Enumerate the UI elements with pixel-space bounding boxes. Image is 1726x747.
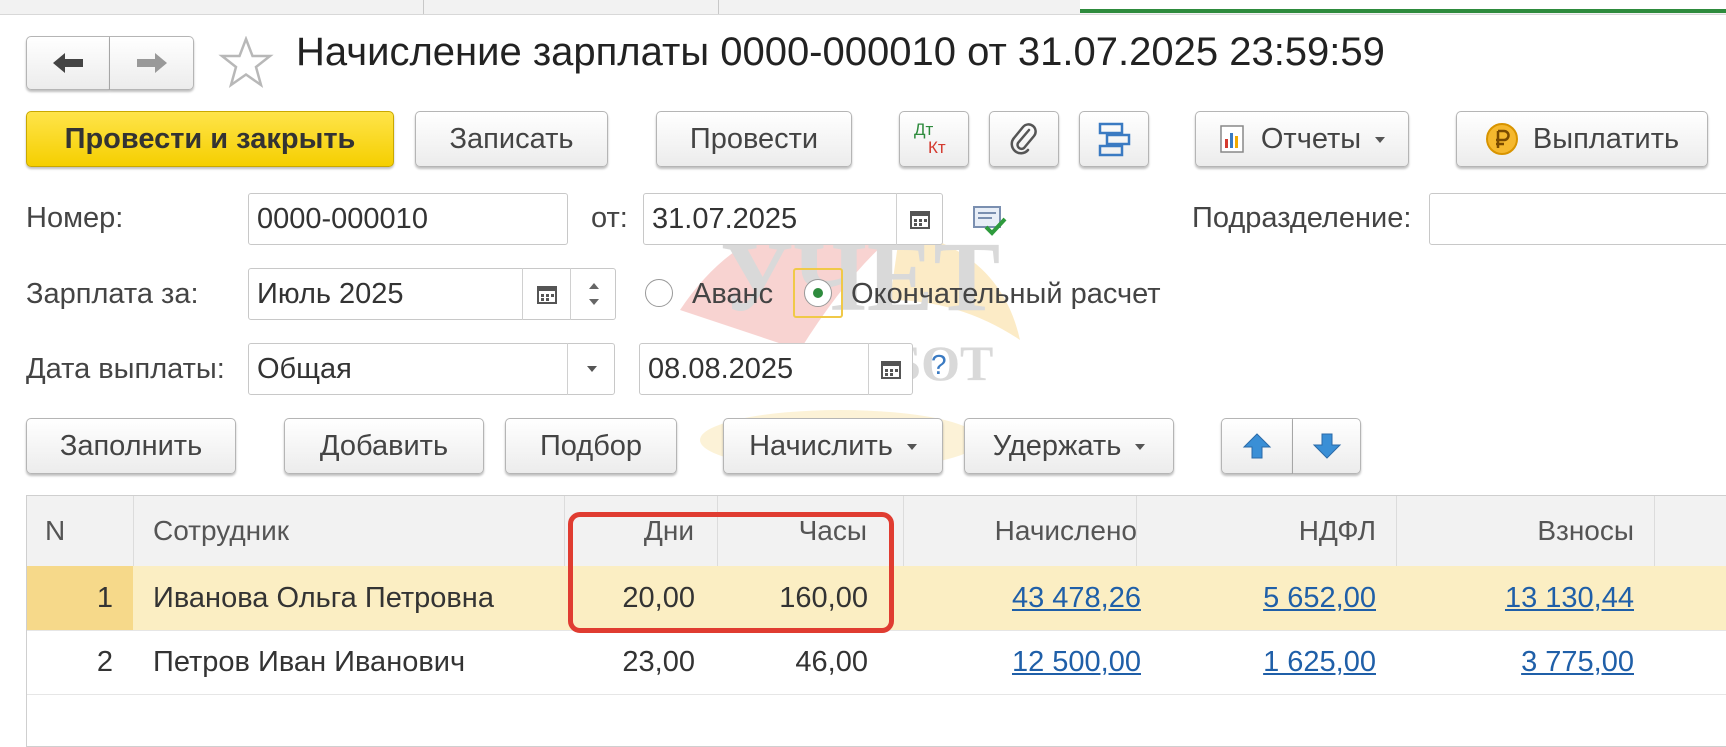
forward-button[interactable] bbox=[110, 36, 194, 90]
division-label: Подразделение: bbox=[1192, 202, 1412, 234]
back-button[interactable] bbox=[26, 36, 110, 90]
structure-button[interactable] bbox=[1079, 111, 1149, 167]
chevron-down-icon bbox=[1135, 444, 1146, 450]
employee-name[interactable]: Петров Иван Иванович bbox=[153, 630, 465, 694]
pay-date-type-value: Общая bbox=[257, 352, 352, 385]
add-button[interactable]: Добавить bbox=[284, 418, 484, 474]
pay-button[interactable]: Выплатить bbox=[1456, 111, 1708, 167]
pay-label: Выплатить bbox=[1532, 122, 1680, 155]
header-accrued[interactable]: Начислено bbox=[903, 496, 1137, 566]
advance-radio[interactable] bbox=[645, 279, 673, 307]
column-divider bbox=[133, 496, 134, 566]
contributions-value[interactable]: 3 775,00 bbox=[1521, 646, 1634, 679]
calendar-icon bbox=[536, 286, 557, 304]
chevron-down-icon bbox=[906, 444, 917, 450]
deduct-label: Удержать bbox=[992, 429, 1122, 462]
ndfl-link[interactable]: 5 652,00 bbox=[1136, 566, 1376, 630]
document-check-icon[interactable] bbox=[972, 203, 1008, 237]
date-value: 31.07.2025 bbox=[652, 202, 798, 235]
row-number: 1 bbox=[96, 581, 113, 614]
move-up-button[interactable] bbox=[1221, 418, 1293, 474]
table-row[interactable]: 2 Петров Иван Иванович 23,00 46,00 12 50… bbox=[27, 630, 1726, 695]
deduct-button[interactable]: Удержать bbox=[964, 418, 1174, 474]
pay-date-value: 08.08.2025 bbox=[648, 352, 794, 385]
calendar-icon bbox=[910, 211, 930, 229]
hours-value[interactable]: 46,00 bbox=[717, 630, 868, 694]
post-and-close-button[interactable]: Провести и закрыть bbox=[26, 111, 394, 167]
arrow-left-icon bbox=[53, 53, 83, 73]
final-settlement-radio[interactable] bbox=[804, 279, 832, 307]
pay-date-type-dropdown[interactable] bbox=[567, 343, 615, 395]
reports-label: Отчеты bbox=[1260, 122, 1362, 155]
number-field[interactable]: 0000-000010 bbox=[248, 193, 568, 245]
save-button[interactable]: Записать bbox=[415, 111, 608, 167]
kt-label: Кт bbox=[928, 138, 946, 157]
pay-date-type-select[interactable]: Общая bbox=[248, 343, 615, 395]
attach-button[interactable] bbox=[989, 111, 1059, 167]
contributions-value[interactable]: 13 130,44 bbox=[1505, 582, 1634, 615]
ndfl-link[interactable]: 1 625,00 bbox=[1136, 630, 1376, 694]
pick-button[interactable]: Подбор bbox=[505, 418, 677, 474]
pay-date-label: Дата выплаты: bbox=[26, 353, 225, 385]
row-number: 2 bbox=[96, 645, 113, 678]
accrue-button[interactable]: Начислить bbox=[723, 418, 943, 474]
final-settlement-label: Окончательный расчет bbox=[851, 278, 1161, 310]
division-field[interactable] bbox=[1429, 193, 1726, 245]
header-employee[interactable]: Сотрудник bbox=[153, 496, 289, 566]
arrow-up-icon bbox=[1242, 433, 1272, 459]
calendar-icon bbox=[881, 361, 901, 379]
highlight-box bbox=[568, 512, 894, 633]
dt-label: Дт bbox=[914, 120, 934, 139]
chevron-down-icon bbox=[1375, 137, 1386, 143]
page-title: Начисление зарплаты 0000-000010 от 31.07… bbox=[296, 30, 1385, 74]
arrow-down-icon bbox=[1312, 433, 1341, 459]
chevron-up-icon[interactable] bbox=[588, 283, 599, 289]
dtkt-button[interactable]: Дт Кт bbox=[899, 111, 969, 167]
date-label: от: bbox=[591, 202, 628, 234]
salary-calendar-button[interactable] bbox=[522, 268, 570, 320]
chevron-down-icon[interactable] bbox=[588, 299, 599, 305]
header-contributions[interactable]: Взносы bbox=[1396, 496, 1634, 566]
accrued-value[interactable]: 12 500,00 bbox=[1012, 646, 1141, 679]
column-divider bbox=[1654, 496, 1655, 566]
help-icon[interactable]: ? bbox=[931, 349, 947, 381]
reports-button[interactable]: Отчеты bbox=[1195, 111, 1409, 167]
header-ndfl[interactable]: НДФЛ bbox=[1136, 496, 1376, 566]
number-label: Номер: bbox=[26, 202, 124, 234]
active-tab-indicator[interactable] bbox=[1080, 0, 1726, 13]
accrued-value[interactable]: 43 478,26 bbox=[1012, 582, 1141, 615]
pay-date-calendar-button[interactable] bbox=[868, 343, 913, 395]
star-icon[interactable] bbox=[218, 36, 274, 90]
salary-for-value: Июль 2025 bbox=[257, 277, 404, 310]
dtkt-icon: Дт Кт bbox=[914, 119, 954, 159]
period-stepper[interactable] bbox=[570, 268, 616, 320]
contributions-link[interactable]: 13 130,44 bbox=[1396, 566, 1634, 630]
arrow-right-icon bbox=[136, 53, 167, 73]
paperclip-icon bbox=[1010, 123, 1037, 155]
header-n[interactable]: N bbox=[45, 496, 65, 566]
tab-divider bbox=[423, 0, 424, 14]
accrued-link[interactable]: 12 500,00 bbox=[903, 630, 1141, 694]
contributions-link[interactable]: 3 775,00 bbox=[1396, 630, 1634, 694]
salary-for-label: Зарплата за: bbox=[26, 278, 199, 310]
days-value[interactable]: 23,00 bbox=[564, 630, 695, 694]
fill-button[interactable]: Заполнить bbox=[26, 418, 236, 474]
chevron-down-icon bbox=[586, 366, 597, 372]
ndfl-value[interactable]: 1 625,00 bbox=[1263, 646, 1376, 679]
hierarchy-icon bbox=[1098, 122, 1131, 157]
post-button[interactable]: Провести bbox=[656, 111, 852, 167]
ndfl-value[interactable]: 5 652,00 bbox=[1263, 582, 1376, 615]
accrued-link[interactable]: 43 478,26 bbox=[903, 566, 1141, 630]
advance-label: Аванс bbox=[692, 278, 774, 310]
date-calendar-button[interactable] bbox=[896, 193, 943, 245]
employee-name[interactable]: Иванова Ольга Петровна bbox=[153, 566, 494, 630]
tab-divider bbox=[718, 0, 719, 14]
ruble-coin-icon bbox=[1485, 123, 1518, 155]
accrue-label: Начислить bbox=[749, 429, 893, 462]
move-down-button[interactable] bbox=[1293, 418, 1361, 474]
report-icon bbox=[1220, 125, 1244, 153]
